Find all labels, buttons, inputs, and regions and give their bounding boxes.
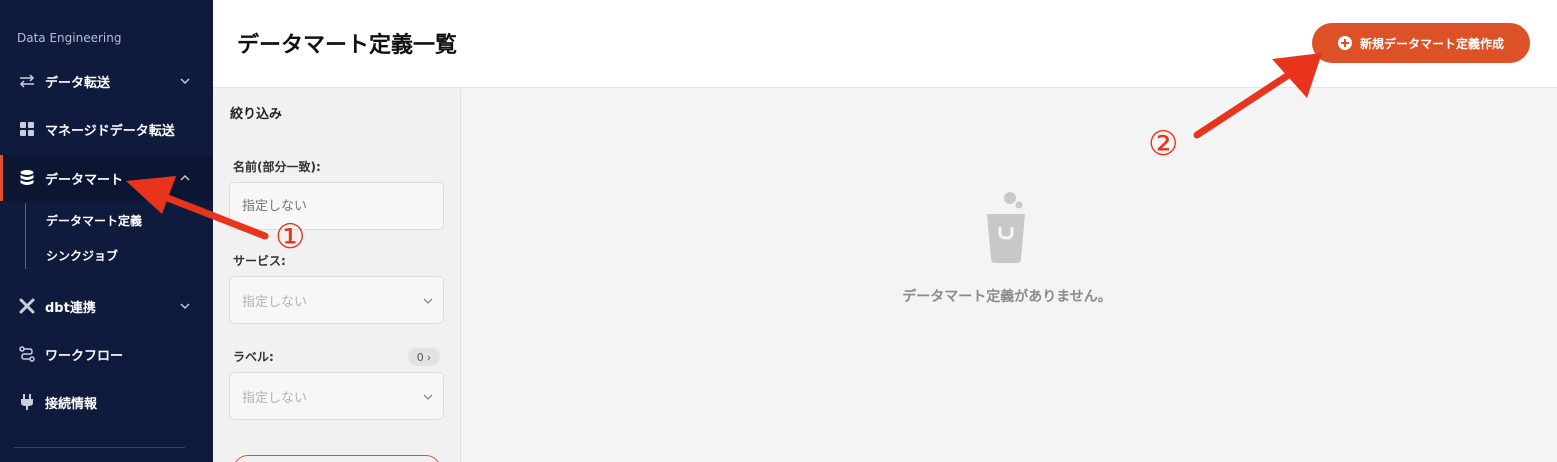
sidebar-item-label: マネージドデータ転送 [45,123,175,139]
service-filter-select[interactable]: 指定しない [229,276,444,324]
sidebar-item-label: 接続情報 [45,396,98,412]
sidebar-subitem-sync-job[interactable]: シンクジョブ [46,247,118,264]
name-filter-input[interactable] [229,182,444,230]
sidebar: Data Engineering データ転送 マネージドデータ転送 データマート… [0,0,213,462]
page-title: データマート定義一覧 [237,33,458,58]
sidebar-item-datamart[interactable]: データマート [0,155,213,201]
label-count-value: 0 [416,350,424,364]
dbt-icon [18,297,36,315]
label-count-badge[interactable]: 0 › [408,348,440,366]
main-content: データマート定義がありません。 [462,89,1557,462]
sidebar-item-label: dbt連携 [45,300,96,316]
database-icon [18,169,36,187]
submenu-guide-line [25,203,26,269]
label-filter-value: 指定しない [242,390,308,406]
label-filter-label: ラベル: [233,350,274,364]
filter-title: 絞り込み [230,107,283,122]
filter-action-button[interactable] [233,455,441,462]
annotation-number-two: ② [1148,124,1179,164]
empty-state-message: データマート定義がありません。 [902,289,1112,305]
sidebar-divider [14,447,185,448]
sidebar-item-data-transfer[interactable]: データ転送 [0,58,213,104]
filter-panel: 絞り込み 名前(部分一致): サービス: 指定しない ラベル: 0› 指定しない [213,89,461,462]
create-button-label: 新規データマート定義作成 [1359,36,1504,51]
sidebar-item-label: データマート [45,172,124,188]
chevron-down-icon [180,303,190,309]
page-header: データマート定義一覧 新規データマート定義作成 [213,0,1557,88]
chevron-up-icon [180,175,190,181]
plus-circle-icon [1337,36,1352,50]
grid-icon [18,120,36,138]
service-filter-value: 指定しない [242,294,308,310]
transfer-icon [18,72,36,90]
chevron-down-icon [423,394,433,400]
sidebar-item-managed-transfer[interactable]: マネージドデータ転送 [0,106,213,152]
chevron-down-icon [180,78,190,84]
sidebar-item-dbt[interactable]: dbt連携 [0,283,213,329]
name-filter-label: 名前(部分一致): [233,160,321,174]
sidebar-item-label: ワークフロー [45,348,124,364]
workflow-icon [18,345,36,363]
sidebar-item-workflow[interactable]: ワークフロー [0,331,213,377]
sidebar-section-label: Data Engineering [17,31,122,45]
chevron-right-icon: › [426,350,432,364]
sidebar-subitem-datamart-definition[interactable]: データマート定義 [46,212,142,229]
label-filter-select[interactable]: 指定しない [229,372,444,420]
sidebar-item-label: データ転送 [45,75,111,91]
chevron-down-icon [423,298,433,304]
sidebar-item-connection[interactable]: 接続情報 [0,379,213,425]
create-datamart-definition-button[interactable]: 新規データマート定義作成 [1312,23,1530,63]
plug-icon [18,393,36,411]
annotation-number-one: ① [275,217,306,257]
empty-bin-icon [987,192,1025,263]
